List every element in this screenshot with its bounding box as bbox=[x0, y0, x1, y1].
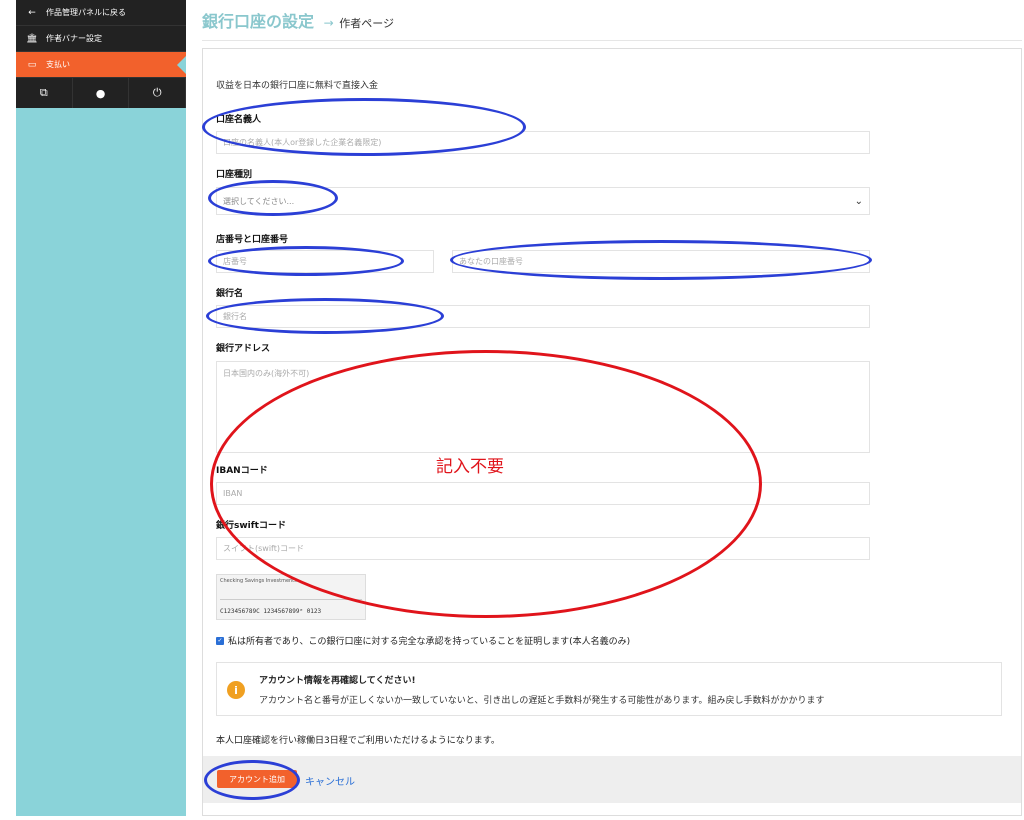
warning-alert: i アカウント情報を再確認してください! アカウント名と番号が正しくないか一致し… bbox=[216, 662, 1002, 716]
account-type-label: 口座種別 bbox=[216, 170, 253, 180]
bank-name-label: 銀行名 bbox=[216, 289, 244, 299]
power-icon[interactable]: ⏻ bbox=[129, 78, 187, 108]
sidebar: ← 作品管理パネルに戻る 🏛 作者バナー設定 ▭ 支払い ⧉ ● ⏻ bbox=[16, 0, 187, 816]
sidebar-menu: ← 作品管理パネルに戻る 🏛 作者バナー設定 ▭ 支払い ⧉ ● ⏻ bbox=[16, 0, 187, 108]
iban-input[interactable]: IBAN bbox=[216, 482, 870, 505]
owner-confirm-label: 私は所有者であり、この銀行口座に対する完全な承認を持っていることを証明します(本… bbox=[228, 637, 631, 647]
sidebar-item-back[interactable]: ← 作品管理パネルに戻る bbox=[16, 0, 186, 26]
account-number-input[interactable]: あなたの口座番号 bbox=[452, 250, 870, 273]
checkbox-checked-icon[interactable]: ✓ bbox=[216, 636, 224, 645]
sidebar-item-label: 支払い bbox=[46, 60, 70, 69]
intro-text: 収益を日本の銀行口座に無料で直接入金 bbox=[216, 81, 379, 91]
cheque-line bbox=[220, 599, 362, 600]
account-name-label: 口座名義人 bbox=[216, 115, 262, 125]
owner-confirm[interactable]: ✓ 私は所有者であり、この銀行口座に対する完全な承認を持っていることを証明します… bbox=[216, 634, 630, 647]
sidebar-icon-row: ⧉ ● ⏻ bbox=[16, 78, 187, 108]
cancel-link[interactable]: キャンセル bbox=[305, 773, 355, 788]
bank-icon: 🏛 bbox=[26, 33, 38, 44]
cheque-image: Checking Savings Investments C123456789C… bbox=[216, 574, 366, 620]
card-icon: ▭ bbox=[27, 59, 37, 70]
bank-name-input[interactable]: 銀行名 bbox=[216, 305, 870, 328]
bank-address-label: 銀行アドレス bbox=[216, 344, 271, 354]
chevron-down-icon: ⌄ bbox=[854, 195, 863, 207]
arrow-left-icon: ← bbox=[28, 7, 36, 18]
arrow-right-icon: → bbox=[323, 16, 334, 30]
alert-title: アカウント情報を再確認してください! bbox=[259, 676, 416, 686]
page-title: 銀行口座の設定 → 作者ページ bbox=[202, 8, 394, 32]
bank-address-textarea[interactable]: 日本国内のみ(海外不可) bbox=[216, 361, 870, 453]
page-title-text: 銀行口座の設定 bbox=[202, 12, 315, 31]
iban-label: IBANコード bbox=[216, 466, 268, 476]
divider bbox=[202, 40, 1022, 41]
external-link-icon[interactable]: ⧉ bbox=[16, 78, 73, 108]
account-type-select[interactable]: 選択してください... ⌄ bbox=[216, 187, 870, 215]
branch-number-input[interactable]: 店番号 bbox=[216, 250, 434, 273]
account-type-value: 選択してください... bbox=[223, 196, 295, 206]
swift-label: 銀行swiftコード bbox=[216, 521, 286, 531]
not-required-annotation: 記入不要 bbox=[436, 457, 504, 477]
user-icon[interactable]: ● bbox=[73, 78, 130, 108]
account-name-input[interactable]: 口座の名義人(本人or登録した企業名義限定) bbox=[216, 131, 870, 154]
sidebar-item-label: 作品管理パネルに戻る bbox=[46, 8, 126, 17]
sidebar-item-label: 作者バナー設定 bbox=[46, 34, 102, 43]
page: ← 作品管理パネルに戻る 🏛 作者バナー設定 ▭ 支払い ⧉ ● ⏻ 銀行口座の… bbox=[0, 0, 1024, 820]
info-icon: i bbox=[227, 681, 245, 699]
cheque-micr: C123456789C 1234567899ᵉ 0123 bbox=[220, 608, 322, 615]
alert-body: アカウント名と番号が正しくないか一致していないと、引き出しの遅延と手数料が発生す… bbox=[259, 696, 825, 706]
cheque-bank-name: Checking Savings Investments bbox=[220, 578, 297, 584]
add-account-button[interactable]: アカウント追加 bbox=[217, 770, 297, 788]
sidebar-item-banner[interactable]: 🏛 作者バナー設定 bbox=[16, 26, 186, 52]
author-page-link[interactable]: 作者ページ bbox=[339, 17, 394, 30]
branch-account-label: 店番号と口座番号 bbox=[216, 235, 289, 245]
sidebar-item-payment[interactable]: ▭ 支払い bbox=[16, 52, 186, 78]
swift-input[interactable]: スイフト(swift)コード bbox=[216, 537, 870, 560]
verification-note: 本人口座確認を行い稼働日3日程でご利用いただけるようになります。 bbox=[216, 736, 500, 746]
